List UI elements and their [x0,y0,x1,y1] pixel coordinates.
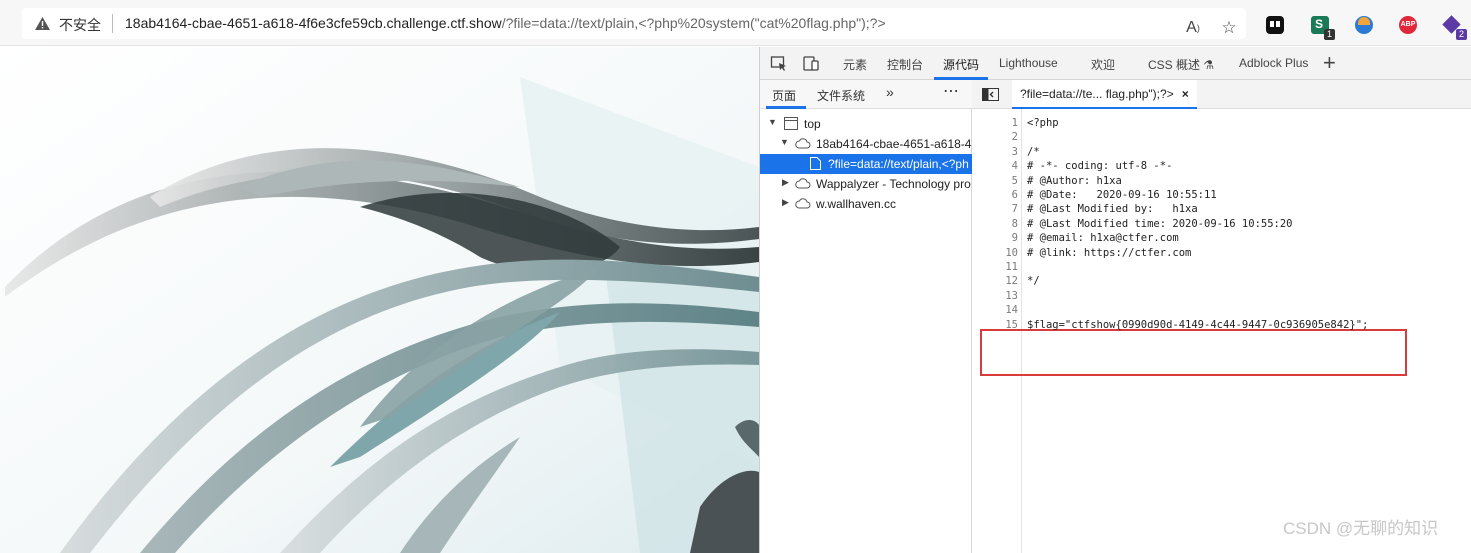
line-number: 1 [1011,117,1018,129]
code-line[interactable]: # @Author: h1xa [1027,174,1122,188]
extension-badge: 1 [1323,29,1335,40]
code-line[interactable]: */ [1027,274,1040,288]
watermark: CSDN @无聊的知识 [1283,519,1439,538]
tab-welcome[interactable]: 欢迎 [1091,56,1115,73]
cloud-icon [795,138,811,149]
expand-arrow-icon[interactable]: ▼ [768,117,777,127]
read-aloud-icon[interactable]: A) [1180,15,1206,41]
flag-highlight-box [980,329,1407,376]
more-options-icon[interactable]: ⋯ [943,81,960,101]
source-editor: ?file=data://te... flag.php");?> × 1 <?php… [972,80,1471,553]
tree-item-label: 18ab4164-cbae-4651-a618-4 [816,137,972,151]
url-host: 18ab4164-cbae-4651-a618-4f6e3cfe59cb.cha… [125,15,502,31]
tab-console[interactable]: 控制台 [887,56,923,73]
code-line[interactable]: /* [1027,145,1040,159]
navigator-tabs: 页面 文件系统 » ⋯ [760,80,972,109]
code-line[interactable]: # -*- coding: utf-8 -*- [1027,159,1172,173]
tab-lighthouse[interactable]: Lighthouse [999,56,1058,70]
code-line[interactable]: $flag="ctfshow{0990d90d-4149-4c44-9447-0… [1027,318,1368,332]
tree-item-label: w.wallhaven.cc [816,197,897,211]
line-number: 3 [1011,145,1018,158]
tab-sources[interactable]: 源代码 [943,56,979,73]
address-bar: 不安全 18ab4164-cbae-4651-a618-4f6e3cfe59cb… [0,0,1471,46]
security-label[interactable]: 不安全 [59,15,101,35]
device-toolbar-icon[interactable] [802,55,820,72]
expand-arrow-icon[interactable]: ▶ [782,197,789,208]
code-line[interactable]: <?php [1027,116,1059,130]
tree-item-domain[interactable]: ▼ 18ab4164-cbae-4651-a618-4 [760,134,972,154]
tree-item-file-selected[interactable]: ?file=data://text/plain,<?ph [760,154,972,174]
file-tab[interactable]: ?file=data://te... flag.php");?> × [1012,80,1197,109]
add-tab-icon[interactable]: + [1323,50,1336,76]
line-number: 14 [1005,304,1018,317]
line-number: 9 [1011,232,1018,245]
nav-tab-page[interactable]: 页面 [772,87,796,104]
tree-item-wallhaven[interactable]: ▶ w.wallhaven.cc [760,194,972,214]
line-number: 15 [1005,318,1018,331]
cloud-icon [795,198,811,209]
editor-tab-bar: ?file=data://te... flag.php");?> × [972,80,1471,109]
tab-adblock-plus[interactable]: Adblock Plus [1239,56,1308,70]
code-line[interactable]: # @email: h1xa@ctfer.com [1027,231,1179,245]
tab-css-overview[interactable]: CSS 概述 ⚗ [1148,56,1214,73]
line-number: 4 [1011,160,1018,173]
line-number: 8 [1011,217,1018,230]
line-number: 12 [1005,275,1018,288]
extension-badge: 2 [1455,29,1467,40]
line-number: 7 [1011,203,1018,216]
url-separator [112,14,113,33]
url-box[interactable]: 不安全 18ab4164-cbae-4651-a618-4f6e3cfe59cb… [22,8,1246,39]
line-number: 13 [1005,289,1018,302]
active-nav-tab-indicator [766,106,806,109]
add-favorite-icon[interactable]: ☆ [1216,15,1242,41]
tree-item-label: Wappalyzer - Technology pro [816,177,971,191]
file-icon [810,157,821,170]
tree-item-label: top [804,117,821,131]
frame-icon [784,117,798,130]
tree-item-label: ?file=data://text/plain,<?ph [828,157,969,171]
page-viewport [0,47,759,553]
devtools-tab-bar: 元素 控制台 源代码 Lighthouse 欢迎 CSS 概述 ⚗ Adbloc… [760,47,1471,80]
url-field[interactable]: 18ab4164-cbae-4651-a618-4f6e3cfe59cb.cha… [125,15,886,31]
more-tabs-icon[interactable]: » [886,84,894,100]
warning-icon [35,17,50,30]
extension-icon[interactable] [1266,16,1284,34]
line-number: 11 [1005,261,1018,273]
tree-item-top[interactable]: ▼ top [760,114,972,134]
close-icon[interactable]: × [1182,87,1189,101]
adblock-plus-icon[interactable]: ABP [1399,16,1417,34]
code-line[interactable]: # @Last Modified time: 2020-09-16 10:55:… [1027,217,1293,231]
devtools-panel: 元素 控制台 源代码 Lighthouse 欢迎 CSS 概述 ⚗ Adbloc… [759,47,1471,553]
file-tab-label: ?file=data://te... flag.php");?> [1020,87,1174,101]
code-line[interactable]: # @link: https://ctfer.com [1027,246,1191,260]
tab-elements[interactable]: 元素 [843,56,867,73]
background-artwork [0,47,759,553]
expand-arrow-icon[interactable]: ▼ [780,137,789,147]
line-number: 6 [1011,189,1018,201]
extension-icon[interactable]: S 1 [1311,16,1335,40]
cloud-icon [795,178,811,189]
line-number: 5 [1011,174,1018,187]
wappalyzer-icon[interactable] [1355,16,1373,34]
nav-tab-filesystem[interactable]: 文件系统 [817,87,865,104]
expand-arrow-icon[interactable]: ▶ [782,177,789,188]
line-number: 2 [1011,131,1018,144]
toggle-navigator-icon[interactable] [982,88,999,101]
sources-navigator: 页面 文件系统 » ⋯ ▼ top ▼ 18ab4164-cbae-4651-a… [760,80,972,553]
extension-icon[interactable]: 2 [1442,15,1467,40]
tree-item-wappalyzer[interactable]: ▶ Wappalyzer - Technology pro [760,174,972,194]
line-number: 10 [1005,246,1018,259]
code-line[interactable]: # @Date: 2020-09-16 10:55:11 [1027,188,1217,202]
url-path: /?file=data://text/plain,<?php%20system(… [501,15,886,31]
code-line[interactable]: # @Last Modified by: h1xa [1027,202,1198,216]
inspect-element-icon[interactable] [770,55,788,72]
